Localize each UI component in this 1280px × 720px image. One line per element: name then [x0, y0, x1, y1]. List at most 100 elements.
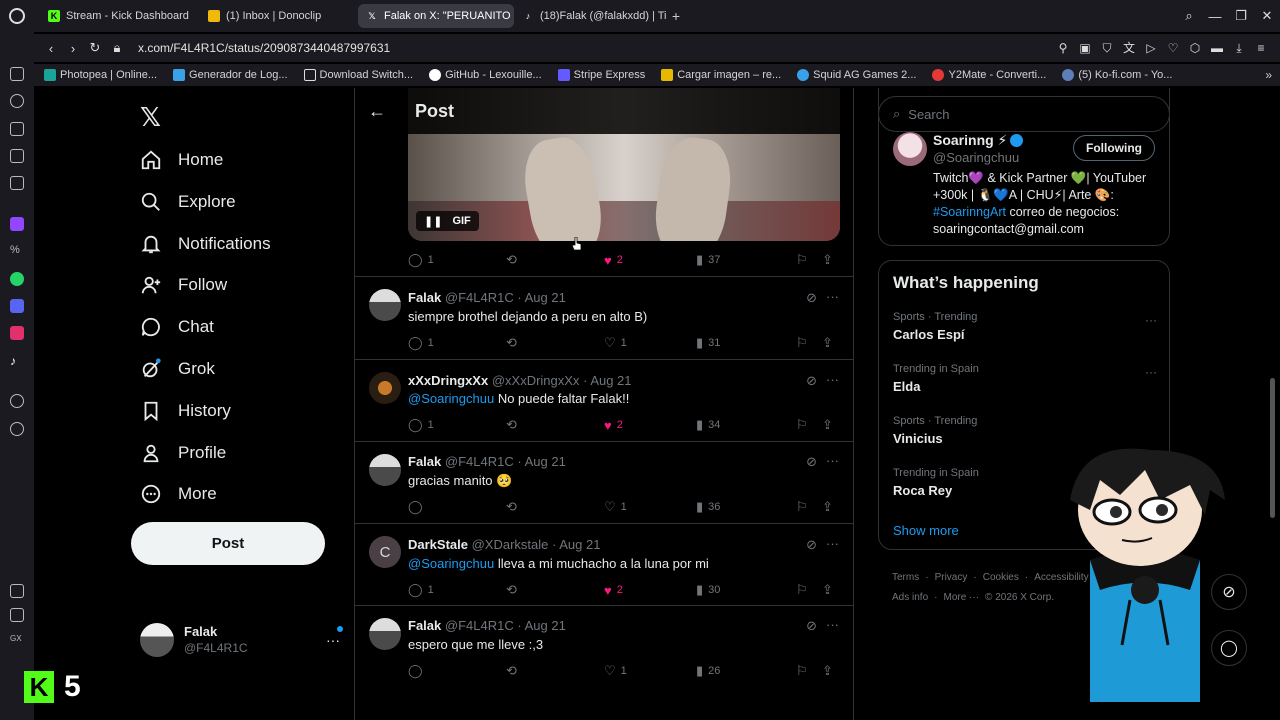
nav-history[interactable]: History [140, 391, 231, 431]
share-button[interactable]: ⇪ [822, 582, 833, 598]
avatar[interactable] [369, 289, 401, 321]
gif-badge[interactable]: ❚❚ GIF [416, 211, 479, 231]
menu-icon[interactable]: ≡ [1254, 41, 1268, 55]
discord-icon[interactable] [10, 299, 24, 313]
vpn-icon[interactable]: ▬ [1210, 41, 1224, 55]
account-switcher[interactable]: Falak @F4L4R1C ··· [140, 618, 343, 662]
like-button[interactable]: ♡ 1 [604, 335, 696, 351]
more-dots-icon[interactable]: ··· [826, 289, 839, 304]
nav-profile[interactable]: Profile [140, 433, 226, 473]
like-button[interactable]: ♡ 1 [604, 499, 696, 515]
bookmarks-overflow-icon[interactable]: » [1265, 68, 1272, 82]
twitch-icon[interactable] [10, 217, 24, 231]
browser-tab-x[interactable]: 𝕏 Falak on X: "PERUANITO E [358, 4, 514, 28]
repost-button[interactable]: ⟲ [506, 663, 604, 679]
tweet-date[interactable]: Aug 21 [525, 454, 566, 469]
grok-icon[interactable]: ⊘ [806, 618, 817, 634]
footer-terms-link[interactable]: Terms [892, 572, 919, 583]
more-dots-icon[interactable]: ··· [826, 617, 839, 632]
bookmark-button[interactable]: ⚐ [796, 499, 822, 515]
forward-icon[interactable]: › [62, 41, 84, 56]
heart-icon[interactable]: ♡ [1166, 41, 1180, 55]
grok-icon[interactable]: ⊘ [806, 537, 817, 553]
views-button[interactable]: ▮ 37 [696, 252, 796, 268]
new-tab-button[interactable]: + [666, 8, 686, 24]
history-icon[interactable] [10, 94, 24, 108]
reply-button[interactable]: ◯ 1 [408, 417, 506, 433]
minimize-icon[interactable]: — [1202, 9, 1228, 24]
avatar[interactable]: C [369, 536, 401, 568]
reply-button[interactable]: ◯ 1 [408, 582, 506, 598]
pin-icon[interactable]: ⚲ [1056, 41, 1070, 55]
bookmark-cargar-imagen[interactable]: Cargar imagen – re... [661, 69, 781, 81]
avatar[interactable] [369, 618, 401, 650]
share-button[interactable]: ⇪ [822, 499, 833, 515]
ai-icon[interactable] [10, 122, 24, 136]
snapshot-icon[interactable]: ▣ [1078, 41, 1092, 55]
reply-tweet[interactable]: Falak @F4L4R1C · Aug 21 ⊘ ··· siempre br… [355, 276, 853, 358]
page-scrollbar[interactable] [1266, 88, 1280, 720]
wallet-icon[interactable] [10, 67, 24, 81]
more-dots-icon[interactable]: ··· [826, 453, 839, 468]
mention-link[interactable]: @Soaringchuu [408, 391, 494, 406]
views-button[interactable]: ▮ 30 [696, 582, 796, 598]
more-dots-icon[interactable]: ··· [326, 632, 340, 648]
percent-icon[interactable]: % [10, 244, 24, 258]
scrollbar-thumb[interactable] [1270, 378, 1275, 518]
url-field[interactable]: x.com/F4L4R1C/status/2090873440487997631 [138, 41, 390, 55]
close-icon[interactable]: ✕ [1254, 8, 1280, 24]
tweet-date[interactable]: Aug 21 [525, 290, 566, 305]
trend-item[interactable]: Trending in Spain Elda ··· [893, 363, 1157, 394]
repost-button[interactable]: ⟲ [506, 417, 604, 433]
browser-tab-tiktok[interactable]: ♪ (18)Falak (@falakxdd) | Tik [514, 4, 666, 28]
share-button[interactable]: ⇪ [822, 252, 833, 268]
cpu-limiter-icon[interactable] [10, 608, 24, 622]
nav-notifications[interactable]: Notifications [140, 224, 271, 264]
trend-item[interactable]: Sports · Trending Carlos Espí ··· [893, 311, 1157, 342]
author-name[interactable]: Falak [408, 290, 441, 305]
reply-button[interactable]: ◯ [408, 499, 506, 515]
nav-follow[interactable]: Follow [140, 265, 227, 305]
following-button[interactable]: Following [1073, 135, 1155, 161]
gx-icon[interactable]: GX [10, 634, 24, 648]
author-name[interactable]: Falak [408, 618, 441, 633]
pause-icon[interactable]: ❚❚ [424, 215, 442, 228]
clock-icon[interactable] [10, 394, 24, 408]
author-name[interactable]: DarkStale [408, 537, 468, 552]
bookmark-y2mate[interactable]: Y2Mate - Converti... [932, 69, 1046, 81]
instagram-icon[interactable] [10, 326, 24, 340]
nav-home[interactable]: Home [140, 140, 223, 180]
reply-tweet[interactable]: Falak @F4L4R1C · Aug 21 ⊘ ··· gracias ma… [355, 441, 853, 523]
like-button[interactable]: ♡ 1 [604, 663, 696, 679]
grok-icon[interactable]: ⊘ [806, 454, 817, 470]
browser-tab-donoclip[interactable]: (1) Inbox | Donoclip [200, 4, 358, 28]
x-logo-icon[interactable]: 𝕏 [140, 102, 161, 133]
reply-button[interactable]: ◯ [408, 663, 506, 679]
bookmark-button[interactable]: ⚐ [796, 663, 822, 679]
views-button[interactable]: ▮ 31 [696, 335, 796, 351]
mention-link[interactable]: @Soaringchuu [408, 556, 494, 571]
nav-chat[interactable]: Chat [140, 307, 214, 347]
bookmark-button[interactable]: ⚐ [796, 582, 822, 598]
browser-tab-kick[interactable]: K Stream - Kick Dashboard [40, 4, 200, 28]
reply-tweet[interactable]: xXxDringxXx @xXxDringxXx · Aug 21 ⊘ ··· … [355, 359, 853, 441]
reply-tweet[interactable]: C DarkStale @XDarkstale · Aug 21 ⊘ ··· @… [355, 523, 853, 605]
tweet-date[interactable]: Aug 21 [525, 618, 566, 633]
footer-ads-link[interactable]: Ads info [892, 592, 928, 603]
like-button[interactable]: ♥ 2 [604, 253, 696, 268]
easy-files-icon[interactable] [10, 149, 24, 163]
bookmark-button[interactable]: ⚐ [796, 417, 822, 433]
search-input[interactable]: ⌕ Search [878, 96, 1170, 132]
bookmark-download-switch[interactable]: Download Switch... [303, 69, 413, 81]
tiktok-icon[interactable]: ♪ [10, 354, 24, 368]
ram-limiter-icon[interactable] [10, 584, 24, 598]
grok-icon[interactable]: ⊘ [806, 373, 817, 389]
footer-more-link[interactable]: More ··· [943, 592, 979, 603]
views-button[interactable]: ▮ 36 [696, 499, 796, 515]
nav-explore[interactable]: Explore [140, 182, 236, 222]
extensions-icon[interactable]: ⬡ [1188, 41, 1202, 55]
more-dots-icon[interactable]: ··· [1145, 365, 1157, 379]
tweet-date[interactable]: Aug 21 [590, 373, 631, 388]
repost-button[interactable]: ⟲ [506, 252, 604, 268]
translate-icon[interactable]: 文 [1122, 41, 1136, 55]
